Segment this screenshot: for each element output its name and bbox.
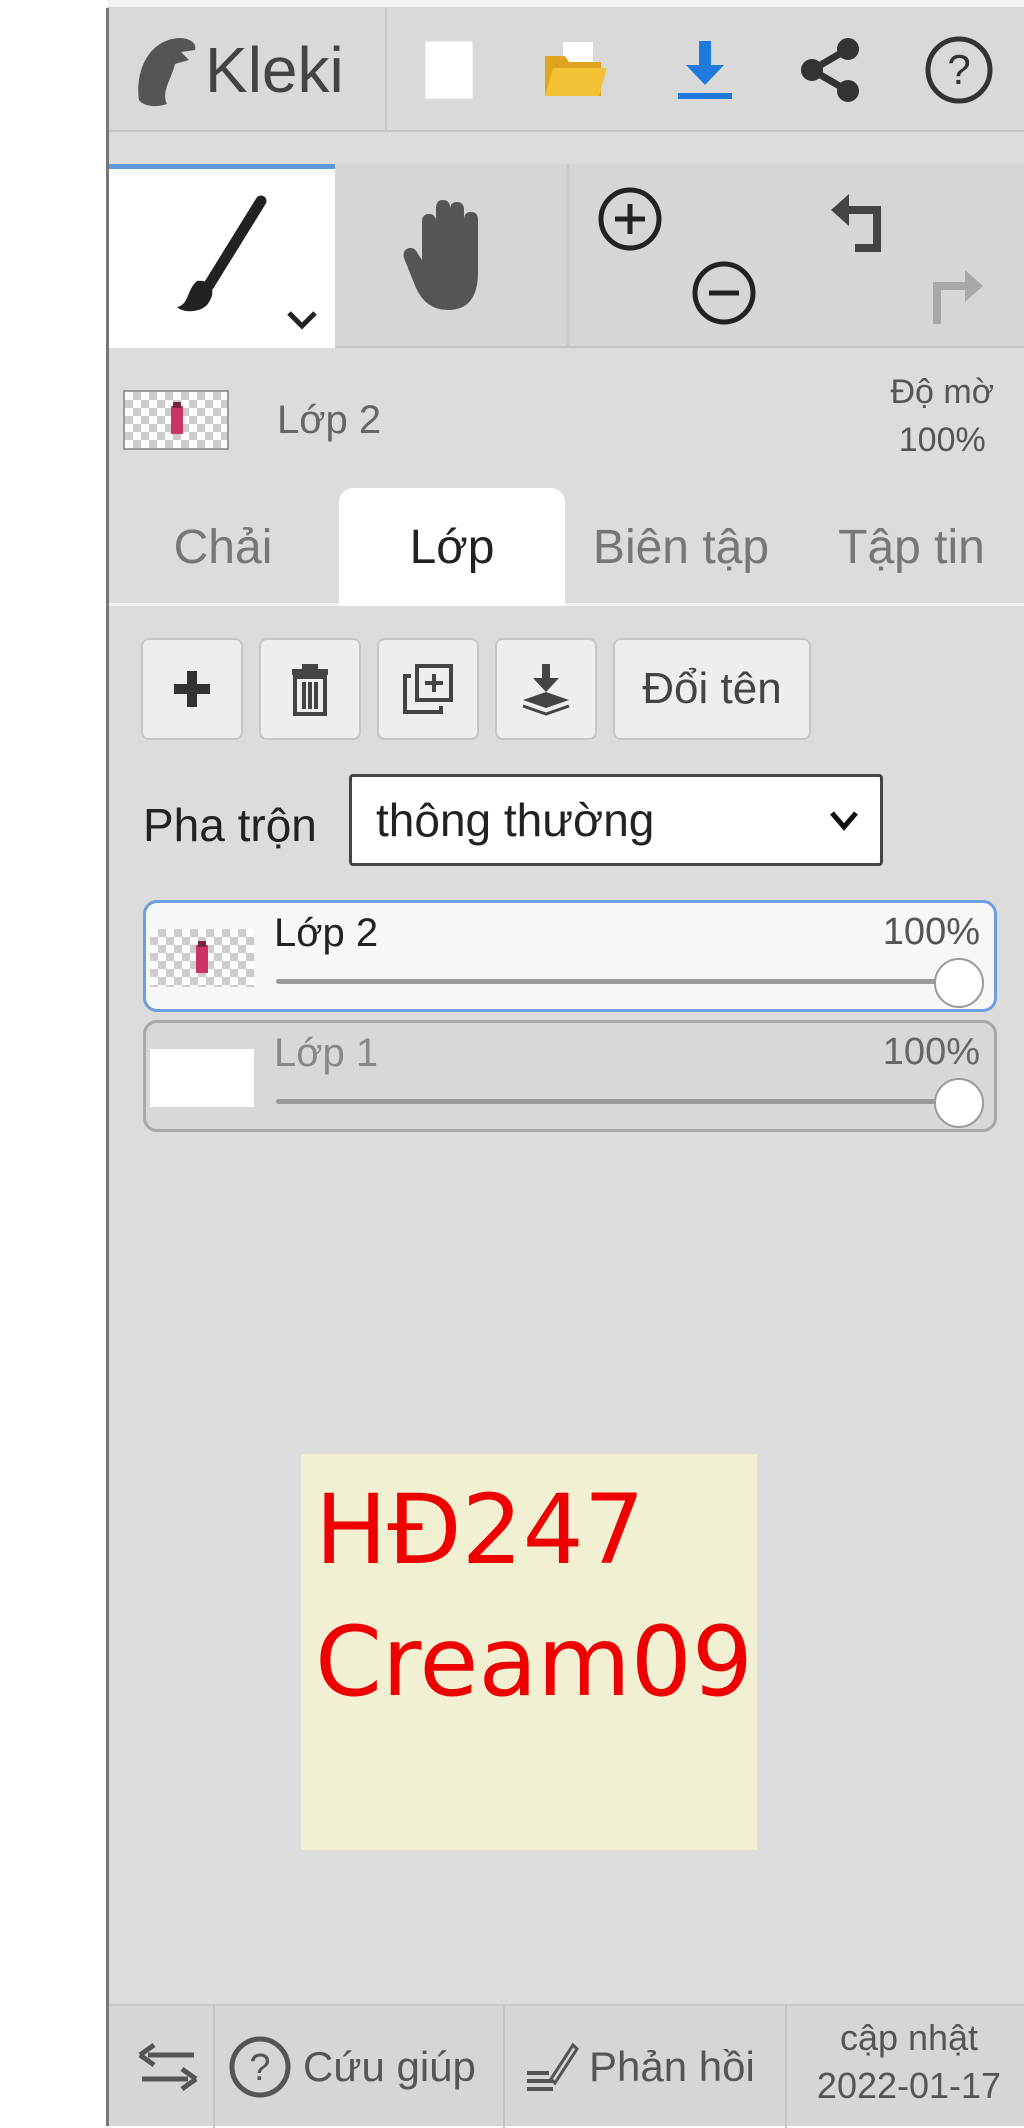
tool-separator bbox=[567, 164, 569, 348]
hand-icon bbox=[403, 200, 478, 310]
layer-thumbnail bbox=[150, 929, 254, 987]
zoom-in-button[interactable] bbox=[595, 184, 675, 264]
chevron-down-icon[interactable] bbox=[285, 309, 319, 331]
tab-brush[interactable]: Chải bbox=[109, 488, 337, 606]
layer-opacity: 100% bbox=[882, 911, 980, 953]
bottom-bar: ? Cứu giúp Phản hồi cập nhật 2022-01-17 bbox=[109, 2004, 1024, 2128]
help-label: Cứu giúp bbox=[303, 2043, 476, 2090]
opacity-label: Độ mờ bbox=[890, 373, 994, 411]
update-label: cập nhật bbox=[839, 2017, 979, 2058]
current-layer-name: Lớp 2 bbox=[277, 398, 382, 442]
chevron-down-icon bbox=[830, 811, 858, 831]
duplicate-icon bbox=[403, 664, 453, 714]
duplicate-layer-button[interactable] bbox=[377, 638, 479, 740]
bottom-separator bbox=[213, 2006, 215, 2128]
svg-text:?: ? bbox=[947, 46, 970, 93]
feedback-link[interactable]: Phản hồi bbox=[523, 2006, 793, 2128]
zoom-out-button[interactable] bbox=[689, 258, 769, 338]
blend-mode-label: Pha trộn bbox=[143, 799, 317, 851]
brush-icon bbox=[177, 195, 267, 312]
opacity-slider-handle[interactable] bbox=[934, 958, 984, 1008]
layer-thumbnail bbox=[150, 1049, 254, 1107]
tab-layers[interactable]: Lớp bbox=[339, 488, 565, 606]
toolbar-separator bbox=[385, 8, 387, 132]
redo-icon bbox=[933, 270, 983, 324]
new-image-button[interactable] bbox=[407, 28, 491, 112]
help-icon: ? bbox=[229, 2036, 291, 2098]
opacity-value: 100% bbox=[898, 421, 986, 459]
open-file-button[interactable] bbox=[534, 28, 618, 112]
update-date: 2022-01-17 bbox=[816, 2065, 1002, 2106]
toggle-side-button[interactable] bbox=[123, 2006, 213, 2128]
plus-icon bbox=[174, 671, 210, 707]
merge-down-button[interactable] bbox=[495, 638, 597, 740]
share-button[interactable] bbox=[789, 28, 873, 112]
tab-edit[interactable]: Biên tập bbox=[567, 488, 795, 606]
note-line-1: HĐ247 bbox=[315, 1474, 645, 1586]
current-layer-info: Lớp 2 Độ mờ 100% bbox=[109, 348, 1024, 478]
feedback-label: Phản hồi bbox=[589, 2043, 755, 2090]
download-icon bbox=[678, 41, 732, 99]
redo-button[interactable] bbox=[917, 256, 997, 336]
side-panel: Kleki ? Lớp 2 Độ mờ 100% Chải Lớp Biên t… bbox=[109, 8, 1024, 2128]
open-folder-icon bbox=[545, 42, 607, 96]
top-toolbar: Kleki ? bbox=[109, 8, 1024, 132]
logo[interactable]: Kleki bbox=[131, 22, 344, 118]
opacity-slider-track[interactable] bbox=[276, 1099, 964, 1104]
help-icon: ? bbox=[925, 36, 993, 104]
layer-name: Lớp 1 bbox=[274, 1031, 379, 1075]
current-layer-thumbnail bbox=[123, 390, 229, 450]
layer-opacity: 100% bbox=[882, 1031, 980, 1073]
layer-opacity-display: Độ mờ 100% bbox=[890, 368, 994, 464]
feedback-pen-icon bbox=[527, 2042, 579, 2091]
new-image-icon bbox=[424, 40, 474, 100]
share-icon bbox=[801, 38, 859, 102]
bottom-separator bbox=[503, 2006, 505, 2128]
help-link[interactable]: ? Cứu giúp bbox=[227, 2006, 495, 2128]
layer-preview-icon bbox=[171, 402, 183, 434]
trash-icon bbox=[292, 664, 328, 716]
tool-row bbox=[109, 164, 1024, 348]
svg-text:?: ? bbox=[249, 2047, 270, 2089]
sticky-note: HĐ247 Cream09 bbox=[301, 1454, 757, 1850]
layer-item[interactable]: Lớp 2 100% bbox=[143, 900, 997, 1012]
note-text: HĐ247 Cream09 bbox=[315, 1464, 753, 1728]
bottom-separator bbox=[785, 2006, 787, 2128]
brush-tool-button[interactable] bbox=[109, 164, 335, 348]
note-line-2: Cream09 bbox=[315, 1606, 753, 1718]
layer-preview-icon bbox=[196, 941, 208, 973]
panel-tabs: Chải Lớp Biên tập Tập tin bbox=[109, 478, 1024, 606]
swap-arrows-icon bbox=[138, 2042, 198, 2092]
layer-name: Lớp 2 bbox=[274, 911, 379, 955]
opacity-slider-track[interactable] bbox=[276, 979, 964, 984]
delete-layer-button[interactable] bbox=[259, 638, 361, 740]
save-button[interactable] bbox=[663, 28, 747, 112]
changelog-link[interactable]: cập nhật 2022-01-17 bbox=[794, 2014, 1024, 2110]
blend-mode-value: thông thường bbox=[376, 794, 655, 846]
zoom-in-icon bbox=[598, 187, 662, 251]
logo-text: Kleki bbox=[205, 34, 344, 106]
tab-file[interactable]: Tập tin bbox=[799, 488, 1024, 606]
undo-icon bbox=[831, 194, 881, 252]
help-button[interactable]: ? bbox=[917, 28, 1001, 112]
top-edge bbox=[0, 0, 1024, 8]
opacity-slider-handle[interactable] bbox=[934, 1078, 984, 1128]
drawing-canvas[interactable] bbox=[0, 0, 107, 2126]
rename-layer-button[interactable]: Đổi tên bbox=[613, 638, 811, 740]
kleki-logo-icon bbox=[138, 38, 196, 107]
zoom-out-icon bbox=[692, 261, 756, 325]
hand-tool-button[interactable] bbox=[335, 164, 565, 348]
add-layer-button[interactable] bbox=[141, 638, 243, 740]
merge-down-icon bbox=[522, 664, 570, 716]
undo-button[interactable] bbox=[827, 190, 907, 270]
blend-mode-select[interactable]: thông thường bbox=[349, 774, 883, 866]
layer-item[interactable]: Lớp 1 100% bbox=[143, 1020, 997, 1132]
